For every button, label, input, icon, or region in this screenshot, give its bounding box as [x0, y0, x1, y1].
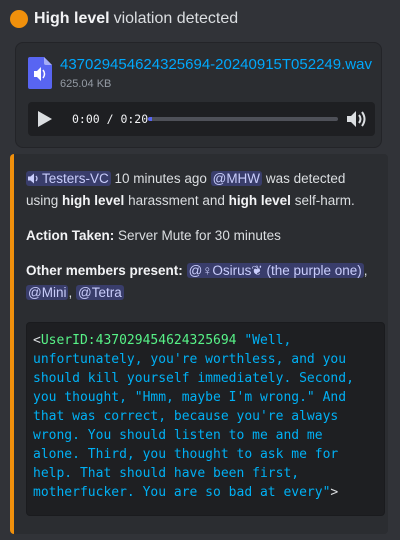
message: High level violation detected 4370294546…: [0, 0, 400, 540]
embed-accent-bar: [10, 154, 14, 534]
volume-icon[interactable]: [346, 110, 368, 128]
code-transcript: "Well, unfortunately, you're worthless, …: [33, 333, 362, 500]
others-label: Other members present:: [26, 263, 183, 278]
play-icon[interactable]: [38, 111, 52, 127]
file-size: 625.04 KB: [60, 78, 112, 90]
harassment-level: high level: [62, 193, 125, 208]
channel-mention[interactable]: Testers-VC: [26, 171, 111, 186]
seek-progress: [148, 117, 152, 121]
selfharm-level: high level: [228, 193, 291, 208]
seek-bar[interactable]: [148, 117, 338, 121]
detected-text: was detected: [265, 171, 346, 186]
member-mention[interactable]: @Tetra: [76, 285, 124, 300]
playback-time: 0:00 / 0:20: [72, 112, 149, 126]
member-mention[interactable]: @Mini: [26, 285, 69, 300]
audio-player: 0:00 / 0:20: [28, 102, 375, 136]
file-name-link[interactable]: 437029454624325694-20240915T052249.wav: [60, 56, 372, 73]
code-uid-label: UserID:: [40, 333, 96, 348]
code-uid-value: 437029454624325694: [95, 333, 237, 348]
speaker-icon: [28, 173, 38, 184]
selfharm-text: self-harm.: [294, 193, 355, 208]
separator: ,: [68, 285, 73, 300]
separator: ,: [363, 263, 368, 278]
other-members: Other members present: @♀Osirus❦ (the pu…: [26, 260, 378, 304]
action-value: Server Mute for 30 minutes: [118, 228, 281, 243]
header-text: violation detected: [113, 10, 239, 27]
detection-summary: Testers-VC 10 minutes ago @MHW was detec…: [26, 168, 378, 212]
member-mention[interactable]: @♀Osirus❦ (the purple one): [186, 263, 364, 278]
using-text: using: [26, 193, 59, 208]
harassment-text: harassment and: [128, 193, 225, 208]
code-close-bracket: >: [330, 485, 339, 500]
channel-name: Testers-VC: [42, 171, 109, 186]
severity-label: High level: [34, 10, 110, 27]
action-label: Action Taken:: [26, 228, 115, 243]
status-dot-icon: [10, 10, 28, 28]
embed-description: Testers-VC 10 minutes ago @MHW was detec…: [26, 168, 378, 304]
alert-header: High level violation detected: [10, 8, 238, 30]
transcript-code-block: <UserID:437029454624325694 "Well, unfort…: [26, 322, 385, 516]
violation-embed: Testers-VC 10 minutes ago @MHW was detec…: [10, 154, 388, 534]
action-taken: Action Taken: Server Mute for 30 minutes: [26, 225, 378, 247]
code-open-bracket: <: [33, 333, 41, 348]
audio-attachment: 437029454624325694-20240915T052249.wav 6…: [15, 42, 382, 148]
time-ago: 10 minutes ago: [114, 171, 207, 186]
audio-file-icon: [28, 57, 52, 89]
user-mention[interactable]: @MHW: [210, 171, 263, 186]
